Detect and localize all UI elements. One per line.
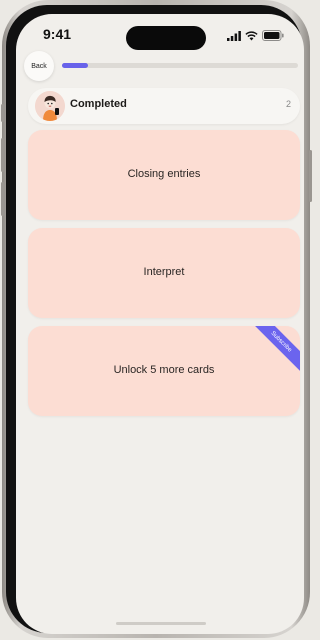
back-button[interactable]: Back	[24, 51, 54, 81]
volume-up-button	[1, 138, 4, 172]
progress-bar	[62, 63, 298, 68]
screen: 9:41 Back Completed 2 Closing entries In…	[16, 14, 304, 634]
card-label: Unlock 5 more cards	[113, 364, 215, 376]
card-interpret[interactable]: Interpret	[28, 228, 300, 318]
phone-bezel: 9:41 Back Completed 2 Closing entries In…	[6, 5, 304, 634]
battery-icon	[262, 30, 284, 41]
power-button	[309, 150, 312, 202]
status-time: 9:41	[43, 26, 72, 42]
status-bar: 9:41	[16, 14, 304, 56]
mute-switch	[1, 104, 4, 122]
card-closing-entries[interactable]: Closing entries	[28, 130, 300, 220]
card-label: Interpret	[143, 266, 185, 278]
home-indicator	[116, 622, 206, 625]
completed-row[interactable]: Completed 2	[28, 88, 300, 124]
volume-down-button	[1, 182, 4, 216]
progress-bar-fill	[62, 63, 88, 68]
wifi-icon	[245, 30, 258, 40]
card-unlock-more[interactable]: Unlock 5 more cards Subscribe	[28, 326, 300, 416]
cellular-signal-icon	[227, 30, 241, 41]
status-icons	[227, 30, 284, 41]
completed-count: 2	[285, 99, 291, 109]
illustrated-person-avatar-icon	[35, 91, 65, 121]
card-label: Closing entries	[127, 168, 201, 180]
dynamic-island	[126, 26, 206, 50]
completed-label: Completed	[70, 98, 127, 110]
